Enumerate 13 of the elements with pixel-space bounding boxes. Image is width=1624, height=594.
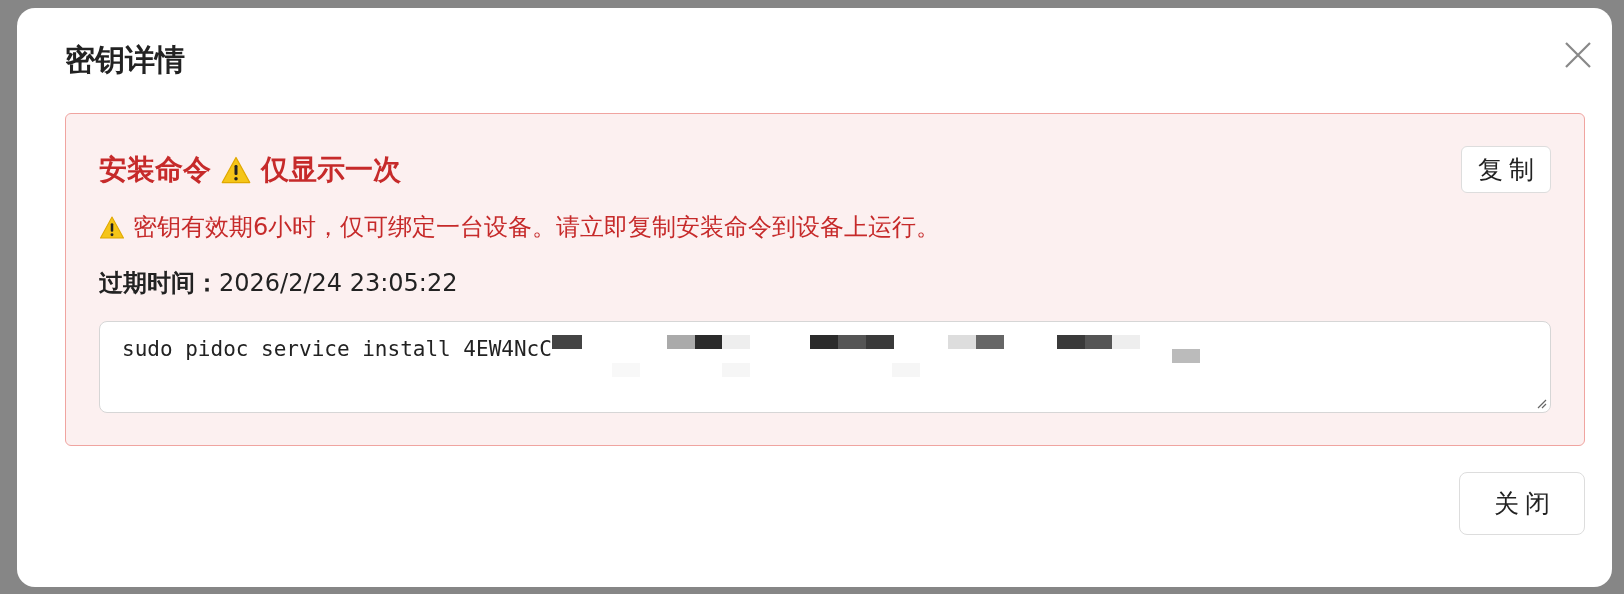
copy-button[interactable]: 复制 <box>1461 146 1551 193</box>
warning-icon <box>221 155 251 184</box>
expiry-label: 过期时间： <box>99 268 219 299</box>
resize-grip-icon[interactable] <box>1535 397 1547 409</box>
close-icon[interactable] <box>1565 41 1591 68</box>
alert-note: 仅显示一次 <box>261 151 401 188</box>
alert-title: 安装命令 <box>99 151 211 188</box>
warning-icon <box>99 215 125 239</box>
command-field[interactable]: sudo pidoc service install 4EW4NcC <box>99 321 1551 413</box>
dialog-title: 密钥详情 <box>65 41 185 79</box>
close-button[interactable]: 关闭 <box>1459 472 1585 535</box>
warning-text: 密钥有效期6小时，仅可绑定一台设备。请立即复制安装命令到设备上运行。 <box>133 212 941 243</box>
expiry-value: 2026/2/24 23:05:22 <box>219 269 458 297</box>
